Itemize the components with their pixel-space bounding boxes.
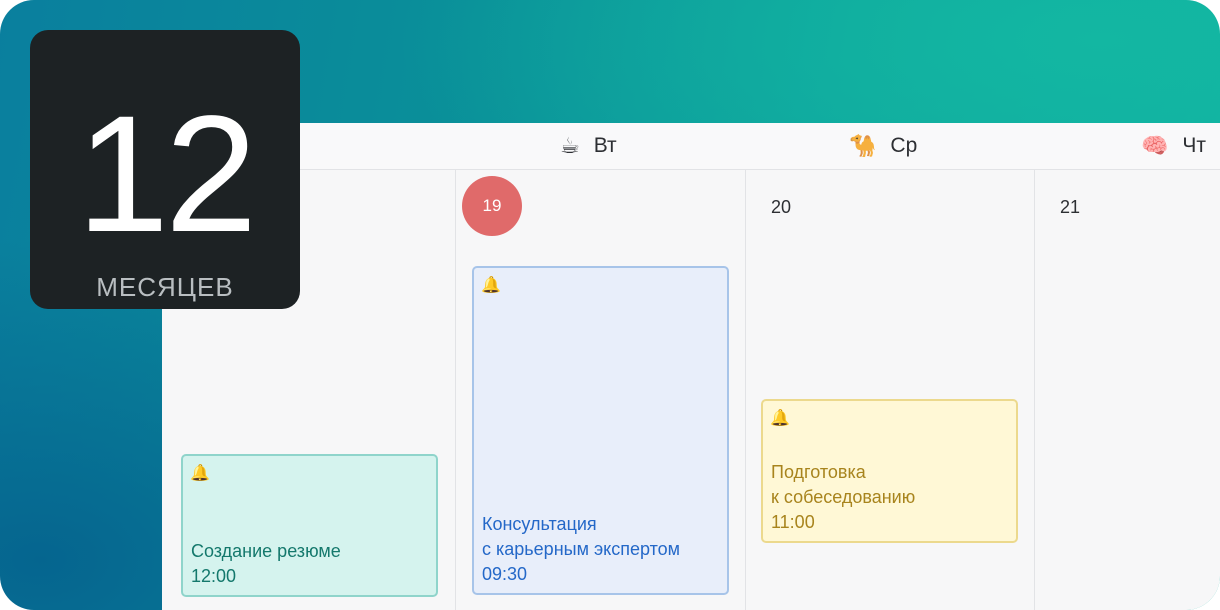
promo-frame: ☕ Вт 🐪 Ср 🧠 Чт 19 20 21 🔔 Создание резюм… [0,0,1220,610]
bell-icon: 🔔 [770,408,790,427]
event-title-line: с карьерным экспертом [482,539,681,559]
column-divider [455,169,456,610]
today-date-marker[interactable]: 19 [462,176,522,236]
event-card-resume[interactable]: 🔔 Создание резюме 12:00 [181,454,438,597]
calendar-week-view: ☕ Вт 🐪 Ср 🧠 Чт 19 20 21 🔔 Создание резюм… [162,123,1220,610]
day-header-thursday[interactable]: 🧠 Чт [1141,123,1206,169]
date-number[interactable]: 20 [771,197,791,218]
event-card-consultation[interactable]: 🔔 Консультация с карьерным экспертом 09:… [472,266,729,595]
brain-icon: 🧠 [1141,133,1169,159]
badge-number: 12 [76,82,258,267]
camel-icon: 🐪 [849,133,877,159]
day-header-tuesday[interactable]: ☕ Вт [560,123,617,169]
event-title-line: Консультация [482,514,597,534]
date-number[interactable]: 21 [1060,197,1080,218]
column-divider [745,169,746,610]
event-time: 09:30 [482,564,528,584]
event-time: 11:00 [771,512,815,532]
day-header-wednesday[interactable]: 🐪 Ср [849,123,917,169]
duration-badge: 12 МЕСЯЦЕВ [30,30,300,309]
day-name: Чт [1182,134,1207,157]
badge-label: МЕСЯЦЕВ [96,272,234,302]
coffee-icon: ☕ [560,133,580,159]
day-name: Вт [593,134,617,157]
event-card-interview-prep[interactable]: 🔔 Подготовка к собеседованию 11:00 [761,399,1018,543]
event-title-line: к собеседованию [771,487,916,507]
bell-icon: 🔔 [190,463,210,482]
event-title-line: Подготовка [771,462,866,482]
column-divider [1034,169,1035,610]
event-time: 12:00 [191,566,237,586]
calendar-header: ☕ Вт 🐪 Ср 🧠 Чт [162,123,1220,170]
day-name: Ср [890,134,918,157]
event-title: Создание резюме [191,541,341,561]
bell-icon: 🔔 [481,275,501,294]
